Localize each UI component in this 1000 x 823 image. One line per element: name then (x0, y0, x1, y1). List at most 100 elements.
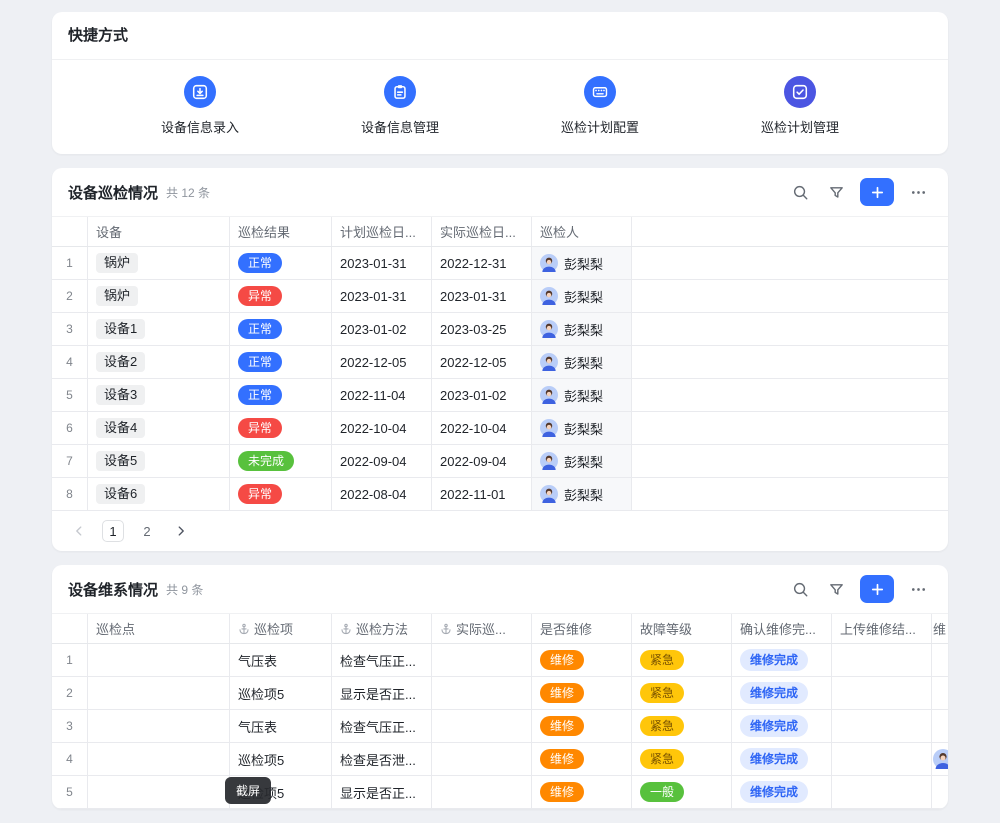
level-cell[interactable]: 一般 (632, 776, 732, 808)
row-number[interactable]: 7 (52, 445, 88, 477)
result-cell[interactable]: 异常 (230, 412, 332, 444)
item-cell[interactable]: 巡检项5 (230, 677, 332, 709)
row-number[interactable]: 1 (52, 247, 88, 279)
prev-page-button[interactable] (68, 520, 90, 542)
item-cell[interactable]: 气压表 (230, 710, 332, 742)
plan-date-cell[interactable]: 2023-01-02 (332, 313, 432, 345)
row-number[interactable]: 2 (52, 677, 88, 709)
row-number[interactable]: 8 (52, 478, 88, 510)
point-cell[interactable] (88, 743, 230, 775)
column-header-upload[interactable]: 上传维修结... (832, 614, 932, 643)
device-cell[interactable]: 锅炉 (88, 280, 230, 312)
method-cell[interactable]: 显示是否正... (332, 776, 432, 808)
actual-cell[interactable] (432, 644, 532, 676)
actual-date-cell[interactable]: 2023-01-31 (432, 280, 532, 312)
upload-cell[interactable] (832, 644, 932, 676)
repair-cell[interactable]: 维修 (532, 710, 632, 742)
device-cell[interactable]: 锅炉 (88, 247, 230, 279)
repair-cell[interactable]: 维修 (532, 644, 632, 676)
cutoff-cell[interactable] (932, 776, 948, 808)
repair-cell[interactable]: 维修 (532, 776, 632, 808)
actual-cell[interactable] (432, 743, 532, 775)
row-number[interactable]: 3 (52, 313, 88, 345)
device-cell[interactable]: 设备3 (88, 379, 230, 411)
shortcut-device-manage[interactable]: 设备信息管理 (300, 76, 500, 136)
method-cell[interactable]: 显示是否正... (332, 677, 432, 709)
actual-date-cell[interactable]: 2022-11-01 (432, 478, 532, 510)
level-cell[interactable]: 紧急 (632, 677, 732, 709)
column-header-method[interactable]: 巡检方法 (332, 614, 432, 643)
device-cell[interactable]: 设备5 (88, 445, 230, 477)
column-header-cutoff[interactable]: 维 (932, 614, 948, 643)
inspector-cell[interactable]: 彭梨梨 (532, 379, 632, 411)
search-button[interactable] (786, 575, 814, 603)
filter-button[interactable] (822, 178, 850, 206)
row-number[interactable]: 3 (52, 710, 88, 742)
row-number[interactable]: 2 (52, 280, 88, 312)
actual-date-cell[interactable]: 2022-12-31 (432, 247, 532, 279)
result-cell[interactable]: 未完成 (230, 445, 332, 477)
inspector-cell[interactable]: 彭梨梨 (532, 346, 632, 378)
cutoff-cell[interactable] (932, 644, 948, 676)
page-button-1[interactable]: 1 (102, 520, 124, 542)
method-cell[interactable]: 检查气压正... (332, 644, 432, 676)
device-cell[interactable]: 设备1 (88, 313, 230, 345)
plan-date-cell[interactable]: 2022-12-05 (332, 346, 432, 378)
level-cell[interactable]: 紧急 (632, 743, 732, 775)
more-button[interactable] (904, 575, 932, 603)
inspector-cell[interactable]: 彭梨梨 (532, 247, 632, 279)
search-button[interactable] (786, 178, 814, 206)
actual-cell[interactable] (432, 677, 532, 709)
result-cell[interactable]: 正常 (230, 247, 332, 279)
inspector-cell[interactable]: 彭梨梨 (532, 280, 632, 312)
actual-date-cell[interactable]: 2022-10-04 (432, 412, 532, 444)
point-cell[interactable] (88, 776, 230, 808)
add-record-button[interactable] (860, 178, 894, 206)
upload-cell[interactable] (832, 776, 932, 808)
filter-button[interactable] (822, 575, 850, 603)
column-header-repair[interactable]: 是否维修 (532, 614, 632, 643)
level-cell[interactable]: 紧急 (632, 644, 732, 676)
level-cell[interactable]: 紧急 (632, 710, 732, 742)
shortcut-plan-config[interactable]: 巡检计划配置 (500, 76, 700, 136)
shortcut-device-entry[interactable]: 设备信息录入 (100, 76, 300, 136)
actual-date-cell[interactable]: 2023-03-25 (432, 313, 532, 345)
actual-cell[interactable] (432, 776, 532, 808)
plan-date-cell[interactable]: 2023-01-31 (332, 247, 432, 279)
more-button[interactable] (904, 178, 932, 206)
upload-cell[interactable] (832, 743, 932, 775)
actual-cell[interactable] (432, 710, 532, 742)
device-cell[interactable]: 设备2 (88, 346, 230, 378)
item-cell[interactable]: 巡检项5 (230, 743, 332, 775)
row-number[interactable]: 4 (52, 346, 88, 378)
column-header-actual[interactable]: 实际巡... (432, 614, 532, 643)
device-cell[interactable]: 设备6 (88, 478, 230, 510)
actual-date-cell[interactable]: 2022-09-04 (432, 445, 532, 477)
inspector-cell[interactable]: 彭梨梨 (532, 412, 632, 444)
confirm-cell[interactable]: 维修完成 (732, 677, 832, 709)
column-header-point[interactable]: 巡检点 (88, 614, 230, 643)
column-header-result[interactable]: 巡检结果 (230, 217, 332, 246)
confirm-cell[interactable]: 维修完成 (732, 644, 832, 676)
inspector-cell[interactable]: 彭梨梨 (532, 478, 632, 510)
actual-date-cell[interactable]: 2022-12-05 (432, 346, 532, 378)
row-number[interactable]: 1 (52, 644, 88, 676)
repair-cell[interactable]: 维修 (532, 743, 632, 775)
inspector-cell[interactable]: 彭梨梨 (532, 445, 632, 477)
actual-date-cell[interactable]: 2023-01-02 (432, 379, 532, 411)
result-cell[interactable]: 正常 (230, 346, 332, 378)
cutoff-cell[interactable] (932, 710, 948, 742)
result-cell[interactable]: 正常 (230, 379, 332, 411)
plan-date-cell[interactable]: 2022-11-04 (332, 379, 432, 411)
row-number[interactable]: 5 (52, 379, 88, 411)
repair-cell[interactable]: 维修 (532, 677, 632, 709)
plan-date-cell[interactable]: 2023-01-31 (332, 280, 432, 312)
confirm-cell[interactable]: 维修完成 (732, 776, 832, 808)
column-header-plan-date[interactable]: 计划巡检日... (332, 217, 432, 246)
shortcut-plan-manage[interactable]: 巡检计划管理 (700, 76, 900, 136)
point-cell[interactable] (88, 677, 230, 709)
column-header-actual-date[interactable]: 实际巡检日... (432, 217, 532, 246)
column-header-device[interactable]: 设备 (88, 217, 230, 246)
method-cell[interactable]: 检查气压正... (332, 710, 432, 742)
upload-cell[interactable] (832, 677, 932, 709)
